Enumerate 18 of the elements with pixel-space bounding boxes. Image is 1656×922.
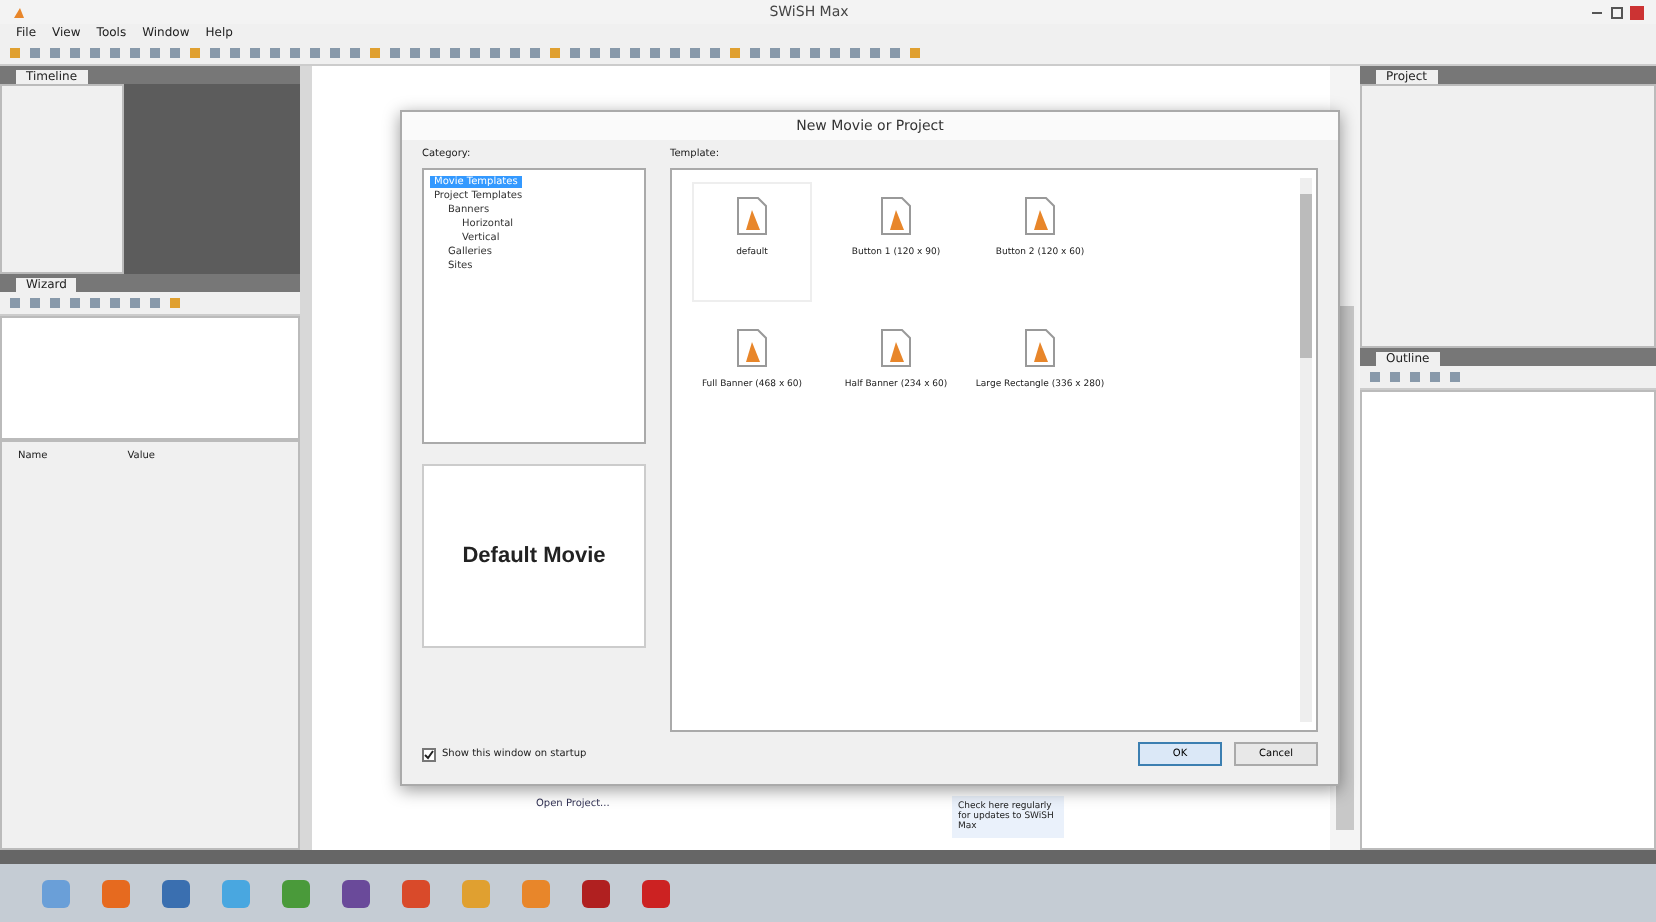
window-controls-icon[interactable] [1592, 5, 1644, 19]
scrollbar[interactable] [1300, 178, 1312, 722]
taskbar-app-icon[interactable] [340, 877, 372, 909]
document-icon [734, 328, 770, 368]
document-icon [878, 196, 914, 236]
taskbar-app-icon[interactable] [100, 877, 132, 909]
app-logo-icon [12, 5, 26, 19]
checkbox[interactable] [422, 747, 436, 761]
taskbar-app-icon[interactable] [280, 877, 312, 909]
preview-text: Default Movie [462, 544, 606, 568]
taskbar-app-icon[interactable] [640, 877, 672, 909]
taskbar-app-icon[interactable] [400, 877, 432, 909]
document-icon [1022, 328, 1058, 368]
taskbar-app-icon[interactable] [580, 877, 612, 909]
document-icon [1022, 196, 1058, 236]
document-icon [878, 328, 914, 368]
taskbar-app-icon[interactable] [160, 877, 192, 909]
document-icon [734, 196, 770, 236]
